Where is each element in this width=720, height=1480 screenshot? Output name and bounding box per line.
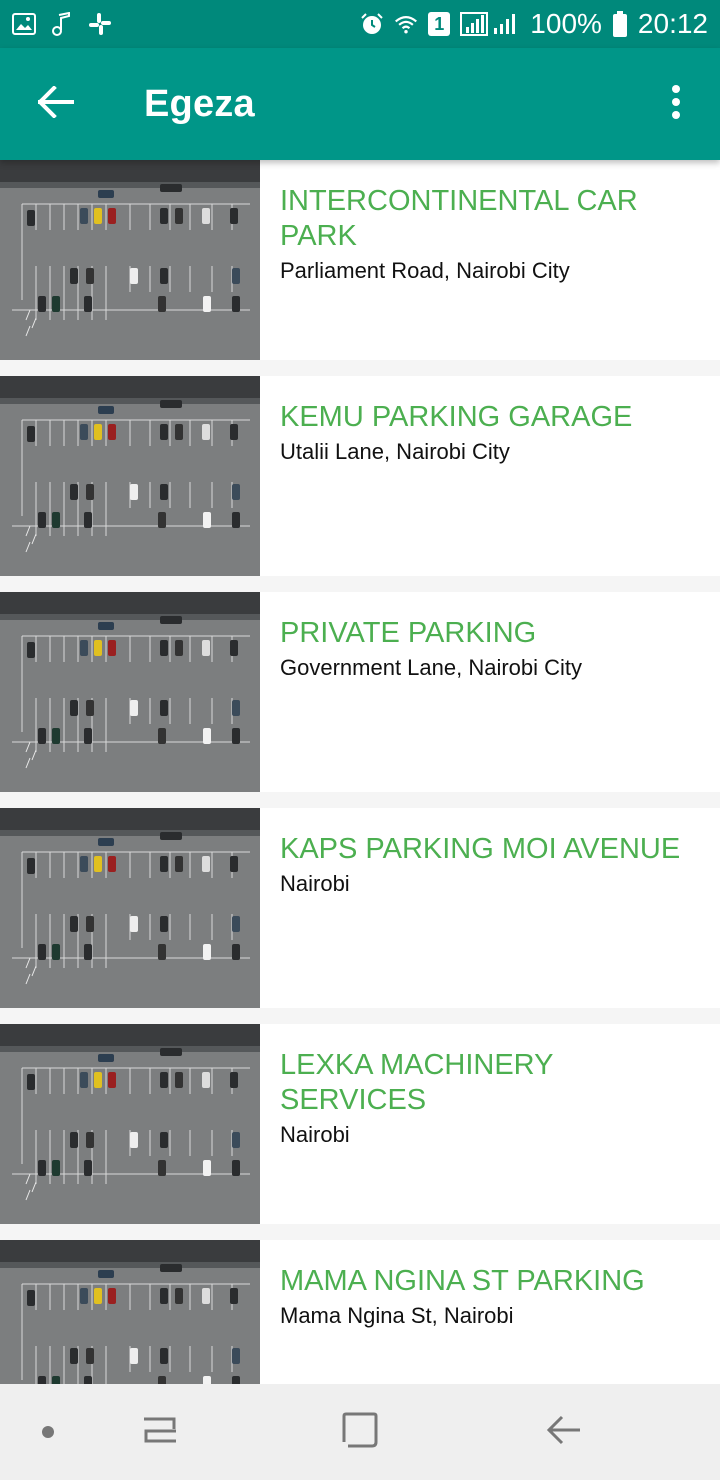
- parking-list: INTERCONTINENTAL CAR PARK Parliament Roa…: [0, 160, 720, 1384]
- parking-thumbnail: [0, 1240, 260, 1384]
- system-nav-bar: [0, 1384, 720, 1480]
- parking-address: Nairobi: [280, 1122, 350, 1147]
- battery-icon: [612, 11, 628, 37]
- parking-thumbnail: [0, 1024, 260, 1224]
- wifi-icon: [394, 12, 418, 36]
- battery-percent: 100%: [530, 8, 602, 39]
- parking-name: MAMA NGINA ST PARKING: [280, 1265, 645, 1297]
- music-note-icon: [50, 12, 74, 36]
- parking-card[interactable]: LEXKA MACHINERY SERVICES Nairobi: [0, 1024, 720, 1224]
- image-icon: [12, 12, 36, 36]
- alarm-icon: [360, 12, 384, 36]
- sim-badge-icon: 1: [428, 12, 451, 36]
- parking-name: PRIVATE PARKING: [280, 617, 537, 649]
- parking-address: Parliament Road, Nairobi City: [280, 258, 570, 283]
- more-vert-icon: [671, 84, 681, 124]
- home-button[interactable]: [320, 1384, 400, 1480]
- page-title: Egeza: [144, 82, 255, 125]
- back-icon: [546, 1413, 582, 1452]
- parking-address: Utalii Lane, Nairobi City: [280, 439, 510, 464]
- parking-name: LEXKA MACHINERY SERVICES: [280, 1049, 553, 1116]
- parking-card[interactable]: KAPS PARKING MOI AVENUE Nairobi: [0, 808, 720, 1008]
- parking-name: KEMU PARKING GARAGE: [280, 401, 633, 433]
- app-bar: Egeza: [0, 48, 720, 160]
- parking-address: Nairobi: [280, 871, 350, 896]
- arrow-back-icon: [37, 84, 74, 123]
- clock: 20:12: [637, 8, 708, 39]
- parking-address: Mama Ngina St, Nairobi: [280, 1303, 514, 1328]
- parking-thumbnail: [0, 160, 260, 360]
- home-icon: [342, 1412, 378, 1453]
- recents-button[interactable]: [120, 1384, 200, 1480]
- signal-icon: [460, 12, 520, 36]
- parking-card[interactable]: INTERCONTINENTAL CAR PARK Parliament Roa…: [0, 160, 720, 360]
- parking-thumbnail: [0, 376, 260, 576]
- parking-card[interactable]: PRIVATE PARKING Government Lane, Nairobi…: [0, 592, 720, 792]
- back-nav-button[interactable]: [524, 1384, 604, 1480]
- slack-icon: [88, 12, 112, 36]
- parking-thumbnail: [0, 808, 260, 1008]
- parking-card[interactable]: MAMA NGINA ST PARKING Mama Ngina St, Nai…: [0, 1240, 720, 1384]
- parking-thumbnail: [0, 592, 260, 792]
- parking-name: INTERCONTINENTAL CAR PARK: [280, 185, 638, 252]
- back-button[interactable]: [0, 48, 112, 160]
- parking-name: KAPS PARKING MOI AVENUE: [280, 833, 681, 865]
- status-bar: 1 100% 20:12: [0, 0, 720, 48]
- parking-address: Government Lane, Nairobi City: [280, 655, 583, 680]
- dot-icon: [18, 1384, 78, 1480]
- parking-card[interactable]: KEMU PARKING GARAGE Utalii Lane, Nairobi…: [0, 376, 720, 576]
- recents-icon: [142, 1415, 178, 1450]
- overflow-menu-button[interactable]: [632, 48, 720, 160]
